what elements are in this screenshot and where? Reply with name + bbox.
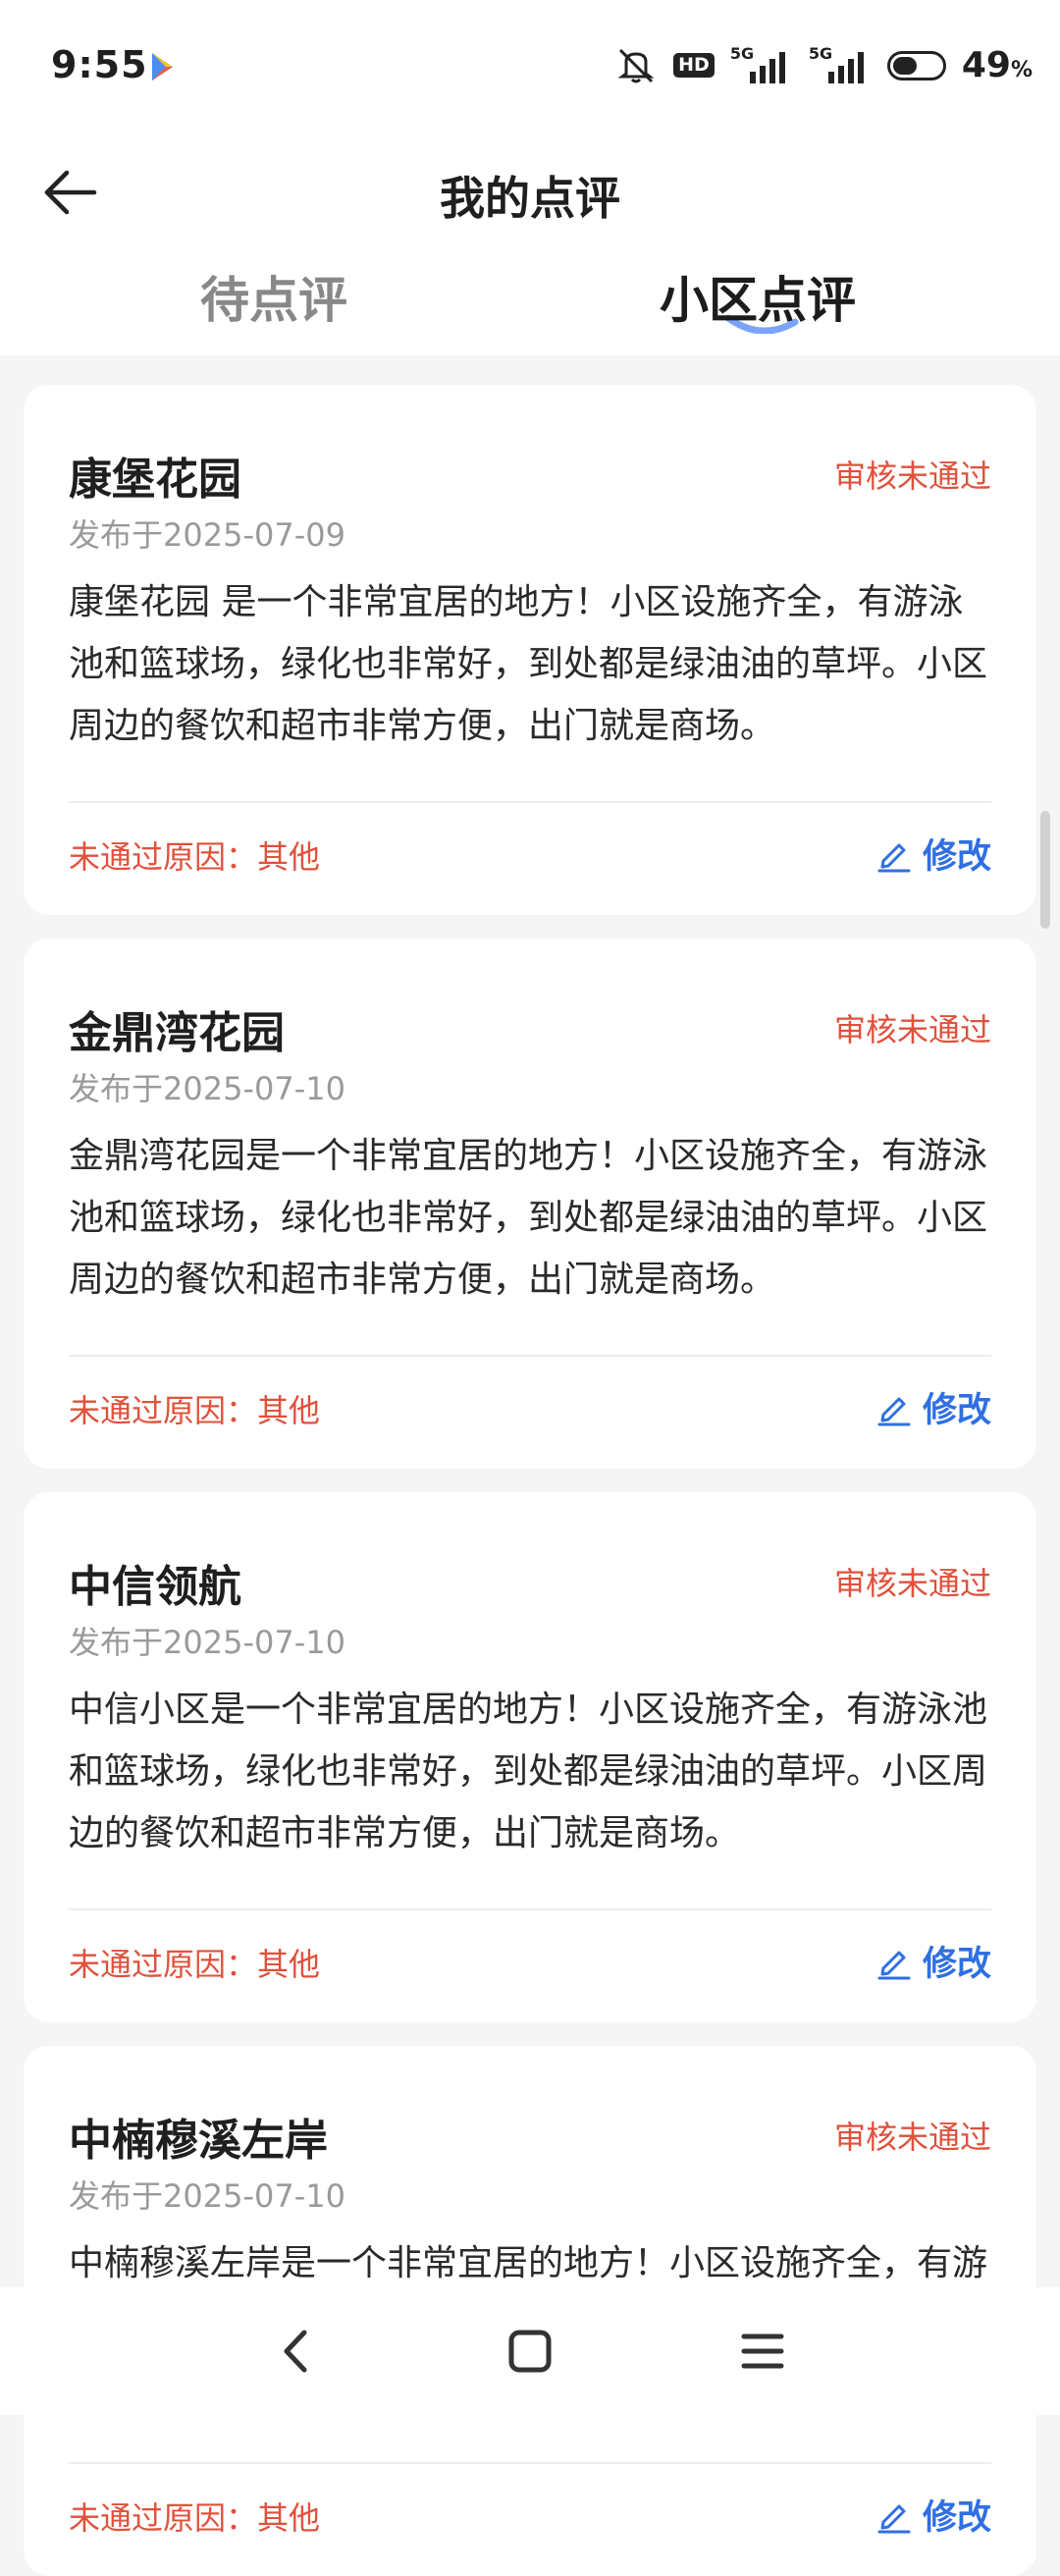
status-bar: 9:55 HD 5G 5G 49% [0, 0, 1060, 134]
reject-reason: 未通过原因：其他 [69, 838, 321, 876]
pencil-edit-icon [877, 1951, 911, 1979]
system-navigation-bar [0, 2287, 1060, 2415]
review-card[interactable]: 金鼎湾花园 审核未通过 发布于2025-07-10 金鼎湾花园是一个非常宜居的地… [24, 939, 1036, 1469]
status-time: 9:55 [51, 43, 148, 86]
signal-5g-secondary: 5G [809, 44, 872, 85]
status-indicators: HD 5G 5G 49% [614, 44, 1033, 85]
play-store-icon [152, 53, 173, 80]
divider [69, 2462, 991, 2464]
battery-fill [892, 56, 917, 75]
battery-icon [886, 50, 946, 80]
edit-label: 修改 [922, 837, 991, 877]
signal-bars-icon [749, 51, 785, 83]
review-status: 审核未通过 [833, 1565, 991, 1602]
scrollbar-thumb[interactable] [1040, 811, 1050, 929]
publish-date: 发布于2025-07-10 [69, 2177, 345, 2215]
review-content: 金鼎湾花园是一个非常宜居的地方！小区设施齐全，有游泳池和篮球场，绿化也非常好，到… [69, 1136, 988, 1300]
review-card[interactable]: 中信领航 审核未通过 发布于2025-07-10 中信小区是一个非常宜居的地方！… [24, 1492, 1036, 2022]
community-name: 金鼎湾花园 [69, 1008, 285, 1058]
review-status: 审核未通过 [833, 457, 991, 495]
edit-label: 修改 [922, 2498, 991, 2538]
battery-percent: 49% [962, 45, 1033, 85]
edit-button[interactable]: 修改 [875, 1382, 991, 1432]
divider [69, 801, 991, 803]
battery-percent-value: 49 [961, 45, 1011, 85]
tab-pending-review[interactable]: 待点评 [200, 261, 347, 332]
hd-badge: HD [673, 53, 715, 78]
pencil-edit-icon [877, 2504, 911, 2533]
community-name: 中信领航 [69, 1562, 241, 1612]
tab-community-review[interactable]: 小区点评 [660, 261, 856, 332]
publish-date: 发布于2025-07-10 [69, 1624, 345, 1661]
reject-reason: 未通过原因：其他 [69, 1392, 321, 1429]
title-bar: 我的点评 [0, 134, 1060, 251]
community-name: 中楠穆溪左岸 [69, 2116, 328, 2166]
publish-date: 发布于2025-07-10 [69, 1070, 345, 1107]
nav-home-icon[interactable] [496, 2317, 564, 2386]
pencil-edit-icon [877, 1397, 911, 1425]
review-card[interactable]: 康堡花园 审核未通过 发布于2025-07-09 康堡花园 是一个非常宜居的地方… [24, 385, 1036, 915]
battery-percent-unit: % [1010, 58, 1033, 82]
top-area: 9:55 HD 5G 5G 49% 我的点评 待点评 小区点评 [0, 0, 1060, 355]
review-content: 康堡花园 是一个非常宜居的地方！小区设施齐全，有游泳池和篮球场，绿化也非常好，到… [69, 582, 988, 746]
page-title: 我的点评 [440, 172, 620, 225]
community-name: 康堡花园 [69, 455, 241, 505]
divider [69, 1908, 991, 1910]
edit-button[interactable]: 修改 [875, 829, 991, 879]
nav-back-icon[interactable] [263, 2317, 332, 2386]
edit-label: 修改 [922, 1945, 991, 1984]
signal-5g-primary: 5G [730, 44, 793, 85]
pencil-edit-icon [877, 843, 911, 872]
signal-bars-icon [827, 51, 864, 83]
publish-date: 发布于2025-07-09 [69, 516, 345, 554]
review-content: 中信小区是一个非常宜居的地方！小区设施齐全，有游泳池和篮球场，绿化也非常好，到处… [69, 1690, 988, 1853]
review-status: 审核未通过 [833, 1011, 991, 1048]
reject-reason: 未通过原因：其他 [69, 2499, 321, 2537]
nav-menu-icon[interactable] [728, 2317, 797, 2386]
edit-label: 修改 [922, 1391, 991, 1430]
reject-reason: 未通过原因：其他 [69, 1946, 321, 1983]
mute-icon [617, 48, 655, 82]
divider [69, 1355, 991, 1357]
tab-bar: 待点评 小区点评 [0, 251, 1060, 355]
edit-button[interactable]: 修改 [875, 1936, 991, 1986]
edit-button[interactable]: 修改 [875, 2490, 991, 2540]
review-status: 审核未通过 [833, 2119, 991, 2156]
